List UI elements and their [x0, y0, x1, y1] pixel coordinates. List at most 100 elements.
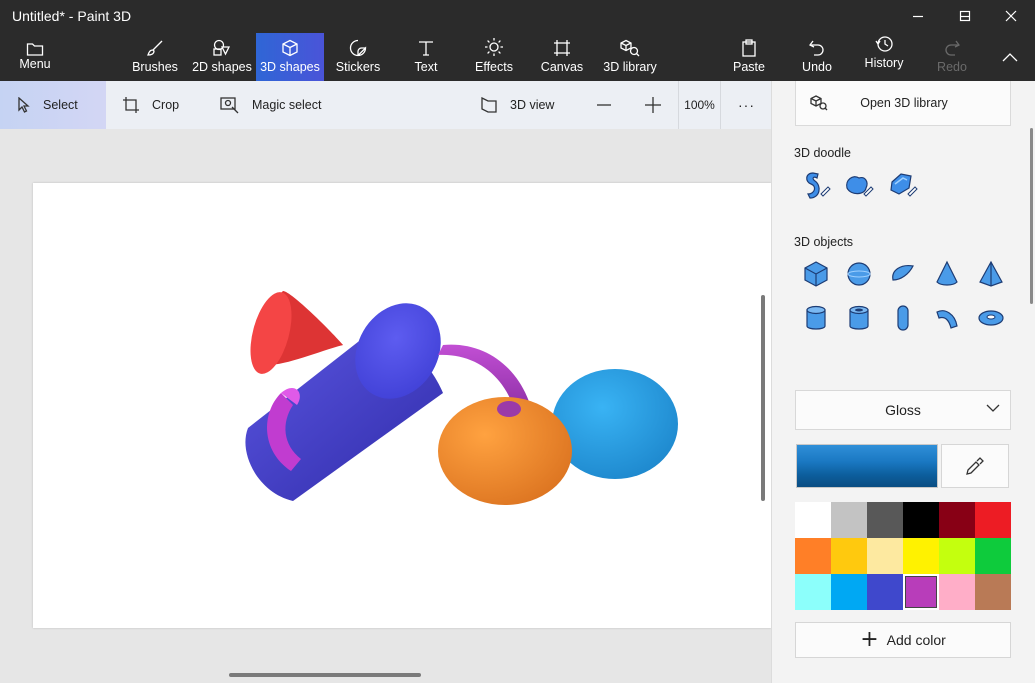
curved-tube-object-button[interactable] [929, 300, 965, 336]
color-swatch[interactable] [867, 538, 903, 574]
sharp-edge-doodle-button[interactable] [798, 167, 834, 203]
zoom-out-button[interactable] [596, 81, 614, 129]
tube-object-button[interactable] [841, 300, 877, 336]
donut-object-button[interactable] [973, 300, 1009, 336]
zoom-in-button[interactable] [644, 81, 662, 129]
soft-edge-doodle-button[interactable] [841, 167, 877, 203]
menu-label: Menu [19, 57, 51, 71]
tube-doodle-button[interactable] [885, 167, 921, 203]
sun-icon [485, 38, 503, 56]
magic-select-tool[interactable]: Magic select [220, 81, 321, 129]
3d-library-label: 3D library [603, 60, 657, 74]
text-icon [419, 41, 433, 56]
color-swatch[interactable] [795, 502, 831, 538]
paste-button[interactable]: Paste [726, 33, 772, 81]
doodle-heading: 3D doodle [794, 146, 851, 160]
color-swatch[interactable] [903, 574, 939, 610]
color-swatch[interactable] [975, 574, 1011, 610]
select-tool[interactable]: Select [0, 81, 106, 129]
color-swatch[interactable] [975, 502, 1011, 538]
cube-icon [282, 39, 298, 57]
color-swatch[interactable] [939, 538, 975, 574]
doodle-soft-icon [846, 176, 874, 197]
stickers-label: Stickers [335, 60, 381, 74]
tab-3d-shapes[interactable]: 3D shapes [256, 33, 324, 81]
tab-canvas[interactable]: Canvas [539, 33, 585, 81]
history-button[interactable]: History [860, 33, 908, 81]
3d-view-toggle[interactable]: 3D view [480, 81, 554, 129]
tab-stickers[interactable]: Stickers [332, 33, 384, 81]
vertical-scrollbar[interactable] [761, 295, 765, 501]
tab-brushes[interactable]: Brushes [129, 33, 181, 81]
cube-object-button[interactable] [798, 256, 834, 292]
tab-effects[interactable]: Effects [471, 33, 517, 81]
color-swatch[interactable] [975, 538, 1011, 574]
horizontal-scrollbar[interactable] [229, 673, 421, 677]
close-button[interactable] [988, 0, 1034, 32]
doodle-sharp-icon [806, 172, 831, 199]
color-swatch[interactable] [867, 502, 903, 538]
cylinder-object-button[interactable] [798, 300, 834, 336]
crop-frame-icon [554, 40, 570, 56]
redo-icon [945, 40, 960, 56]
cube-icon [804, 261, 828, 287]
open-3d-library-button[interactable]: Open 3D library [795, 81, 1011, 126]
3d-view-icon [481, 96, 497, 113]
color-swatch[interactable] [795, 538, 831, 574]
material-dropdown[interactable]: Gloss [795, 390, 1011, 430]
objects-heading: 3D objects [794, 235, 854, 249]
drawing-canvas[interactable] [33, 183, 771, 628]
more-options-button[interactable]: ··· [738, 81, 755, 129]
redo-button[interactable]: Redo [932, 33, 972, 81]
color-swatch[interactable] [867, 574, 903, 610]
add-color-button[interactable]: + Add color [795, 622, 1011, 658]
undo-button[interactable]: Undo [796, 33, 838, 81]
color-swatch[interactable] [903, 538, 939, 574]
hemisphere-icon [892, 265, 914, 281]
panel-scrollbar[interactable] [1030, 128, 1033, 304]
redo-label: Redo [937, 60, 967, 74]
current-color-swatch[interactable] [796, 444, 938, 488]
sphere-icon [847, 262, 871, 286]
tab-3d-library[interactable]: 3D library [600, 33, 660, 81]
maximize-button[interactable] [942, 0, 988, 32]
minimize-btn[interactable] [895, 0, 941, 32]
side-panel: Open 3D library 3D doodle 3D objects Glo… [771, 81, 1035, 683]
color-swatch[interactable] [831, 574, 867, 610]
brushes-label: Brushes [132, 60, 178, 74]
crop-tool[interactable]: Crop [122, 81, 179, 129]
maximize-icon [959, 10, 971, 22]
capsule-icon [897, 305, 909, 331]
collapse-toolbar-button[interactable] [990, 33, 1030, 81]
color-swatch[interactable] [831, 538, 867, 574]
pyramid-object-button[interactable] [973, 256, 1009, 292]
select-label: Select [43, 98, 78, 112]
capsule-object-button[interactable] [885, 300, 921, 336]
shapes-2d-icon [213, 39, 231, 56]
color-swatch[interactable] [795, 574, 831, 610]
sphere-object-button[interactable] [841, 256, 877, 292]
3d-view-label: 3D view [510, 98, 555, 112]
color-swatch[interactable] [903, 502, 939, 538]
eyedropper-button[interactable] [941, 444, 1009, 488]
3d-scene[interactable] [33, 183, 771, 628]
text-label: Text [414, 60, 438, 74]
color-swatch[interactable] [831, 502, 867, 538]
zoom-level[interactable]: 100% [678, 81, 721, 129]
magic-select-label: Magic select [252, 98, 322, 112]
plus-icon [645, 97, 661, 113]
undo-icon [809, 40, 824, 56]
color-swatch[interactable] [939, 502, 975, 538]
donut-icon [978, 310, 1004, 326]
clipboard-icon [742, 39, 756, 57]
menu-button[interactable]: Menu [4, 33, 66, 81]
chevron-up-icon [1002, 53, 1018, 62]
blue-sphere-shape[interactable] [552, 369, 678, 479]
color-swatch[interactable] [939, 574, 975, 610]
hemisphere-object-button[interactable] [885, 256, 921, 292]
tab-text[interactable]: Text [406, 33, 446, 81]
cone-object-button[interactable] [929, 256, 965, 292]
sticker-icon [349, 39, 367, 57]
minimize-glyph-icon [913, 15, 923, 18]
tab-2d-shapes[interactable]: 2D shapes [190, 33, 254, 81]
